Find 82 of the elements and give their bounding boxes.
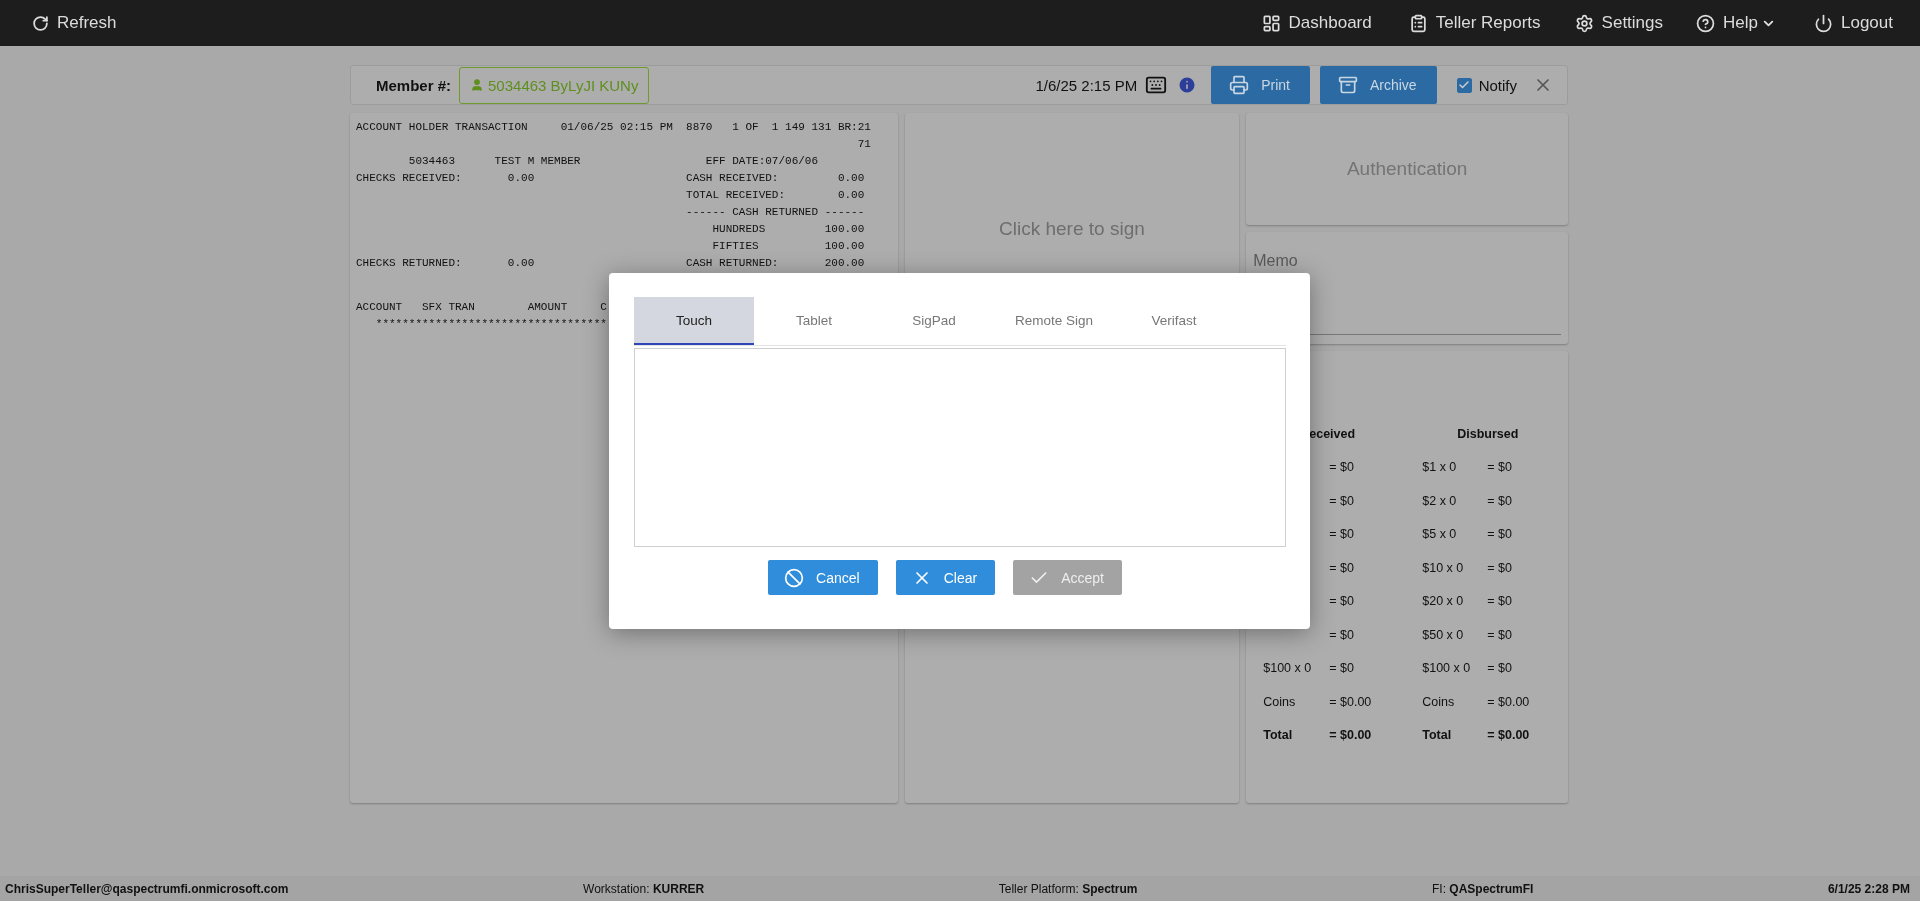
- receipt-line: ACCOUNT HOLDER TRANSACTION 01/06/25 02:15 PM 8870 1 OF 1 149 131 BR:21: [356, 120, 871, 135]
- cash-value: = $0: [1487, 661, 1512, 676]
- cash-value: = $0: [1487, 594, 1512, 609]
- info-icon[interactable]: [1177, 75, 1198, 95]
- tab[interactable]: Verifast: [1114, 297, 1234, 345]
- cash-value: = $0.00: [1329, 728, 1372, 743]
- sign-prompt: Click here to sign: [999, 218, 1145, 241]
- cash-label: Coins: [1422, 694, 1455, 709]
- status-text: FI: QASpectrumFI: [1432, 881, 1534, 896]
- nav-button[interactable]: Settings: [1574, 13, 1664, 33]
- help-icon: [1696, 13, 1716, 33]
- person-icon: [470, 78, 485, 92]
- receipt-line: CHECKS RETURNED: 0.00 CASH RETURNED: 200.00: [356, 256, 865, 271]
- cash-value: = $0: [1487, 627, 1512, 642]
- cash-value: = $0: [1329, 460, 1354, 475]
- cash-value: = $0.00: [1329, 694, 1372, 709]
- receipt-line: 5034463 TEST M MEMBER EFF DATE:07/06/06: [407, 154, 819, 169]
- cash-value: = $0: [1487, 527, 1512, 542]
- dashboard-icon: [1261, 13, 1281, 33]
- nav-button[interactable]: Logout: [1814, 13, 1893, 33]
- cash-label: $2 x 0: [1422, 493, 1457, 508]
- cash-value: = $0: [1329, 661, 1354, 676]
- power-icon: [1814, 13, 1833, 33]
- cash-label: Coins: [1263, 694, 1296, 709]
- cash-label: $5 x 0: [1422, 527, 1457, 542]
- tab[interactable]: Touch: [634, 297, 754, 345]
- cash-label: Total: [1263, 728, 1293, 743]
- cash-value: = $0: [1329, 560, 1354, 575]
- receipt-line: ***********************************: [374, 317, 607, 332]
- receipt-line: ------ CASH RETURNED ------: [685, 205, 865, 220]
- cash-value: = $0: [1329, 594, 1354, 609]
- tab[interactable]: Remote Sign: [994, 297, 1114, 345]
- receipt-line: ACCOUNT SFX TRAN AMOUNT C: [356, 300, 607, 315]
- cash-value: = $0: [1329, 527, 1354, 542]
- cash-value: = $0: [1329, 493, 1354, 508]
- clipboard-icon: [1408, 13, 1428, 33]
- date-time: 1/6/25 2:15 PM: [1035, 76, 1138, 94]
- notify-checkbox[interactable]: [1456, 77, 1472, 93]
- column-heading: Disbursed: [1457, 426, 1519, 441]
- nav-button[interactable]: Dashboard: [1261, 13, 1372, 33]
- clear-button[interactable]: Clear: [895, 560, 996, 595]
- print-button[interactable]: Print: [1211, 66, 1310, 104]
- refresh-icon: [32, 14, 49, 32]
- cash-label: $10 x 0: [1422, 560, 1464, 575]
- printer-icon: [1229, 75, 1250, 95]
- cash-label: $100 x 0: [1422, 661, 1471, 676]
- authentication-title: Authentication: [1346, 158, 1468, 180]
- receipt-line: CHECKS RECEIVED: 0.00 CASH RECEIVED: 0.00: [356, 171, 865, 186]
- cash-label: $100 x 0: [1263, 661, 1312, 676]
- member-label: Member #:: [376, 76, 452, 94]
- archive-icon: [1337, 75, 1358, 95]
- receipt-line: HUNDREDS 100.00: [711, 222, 865, 237]
- cash-value: = $0: [1487, 460, 1512, 475]
- ban-icon: [784, 567, 805, 588]
- memo-label: Memo: [1253, 252, 1298, 270]
- cash-value: = $0: [1487, 560, 1512, 575]
- cash-label: Total: [1422, 728, 1452, 743]
- status-text: Workstation: KURRER: [583, 881, 705, 896]
- archive-button[interactable]: Archive: [1319, 66, 1437, 104]
- cash-value: = $0: [1487, 493, 1512, 508]
- nav-button[interactable]: Teller Reports: [1408, 13, 1541, 33]
- refresh-button[interactable]: Refresh: [32, 13, 117, 33]
- receipt-line: FIFTIES 100.00: [711, 239, 865, 254]
- keyboard-icon[interactable]: [1145, 74, 1168, 96]
- notify-label: Notify: [1478, 76, 1517, 94]
- status-text: Teller Platform: Spectrum: [998, 881, 1138, 896]
- receipt-line: TOTAL RECEIVED: 0.00: [685, 188, 865, 203]
- cash-value: = $0: [1329, 627, 1354, 642]
- tab[interactable]: Tablet: [754, 297, 874, 345]
- cash-value: = $0.00: [1487, 694, 1530, 709]
- receipt-line: 71: [856, 137, 871, 152]
- status-text: 6/1/25 2:28 PM: [1827, 881, 1910, 896]
- cash-label: $1 x 0: [1422, 460, 1457, 475]
- settings-icon: [1574, 13, 1594, 33]
- status-text: ChrisSuperTeller@qaspectrumfi.onmicrosoft.com: [5, 881, 289, 896]
- tab[interactable]: SigPad: [874, 297, 994, 345]
- cash-label: $50 x 0: [1422, 627, 1464, 642]
- cash-value: = $0.00: [1487, 728, 1530, 743]
- cancel-button[interactable]: Cancel: [768, 560, 878, 595]
- nav-button[interactable]: Help: [1696, 13, 1776, 33]
- cash-label: $20 x 0: [1422, 594, 1464, 609]
- column-heading: eceived: [1309, 426, 1356, 441]
